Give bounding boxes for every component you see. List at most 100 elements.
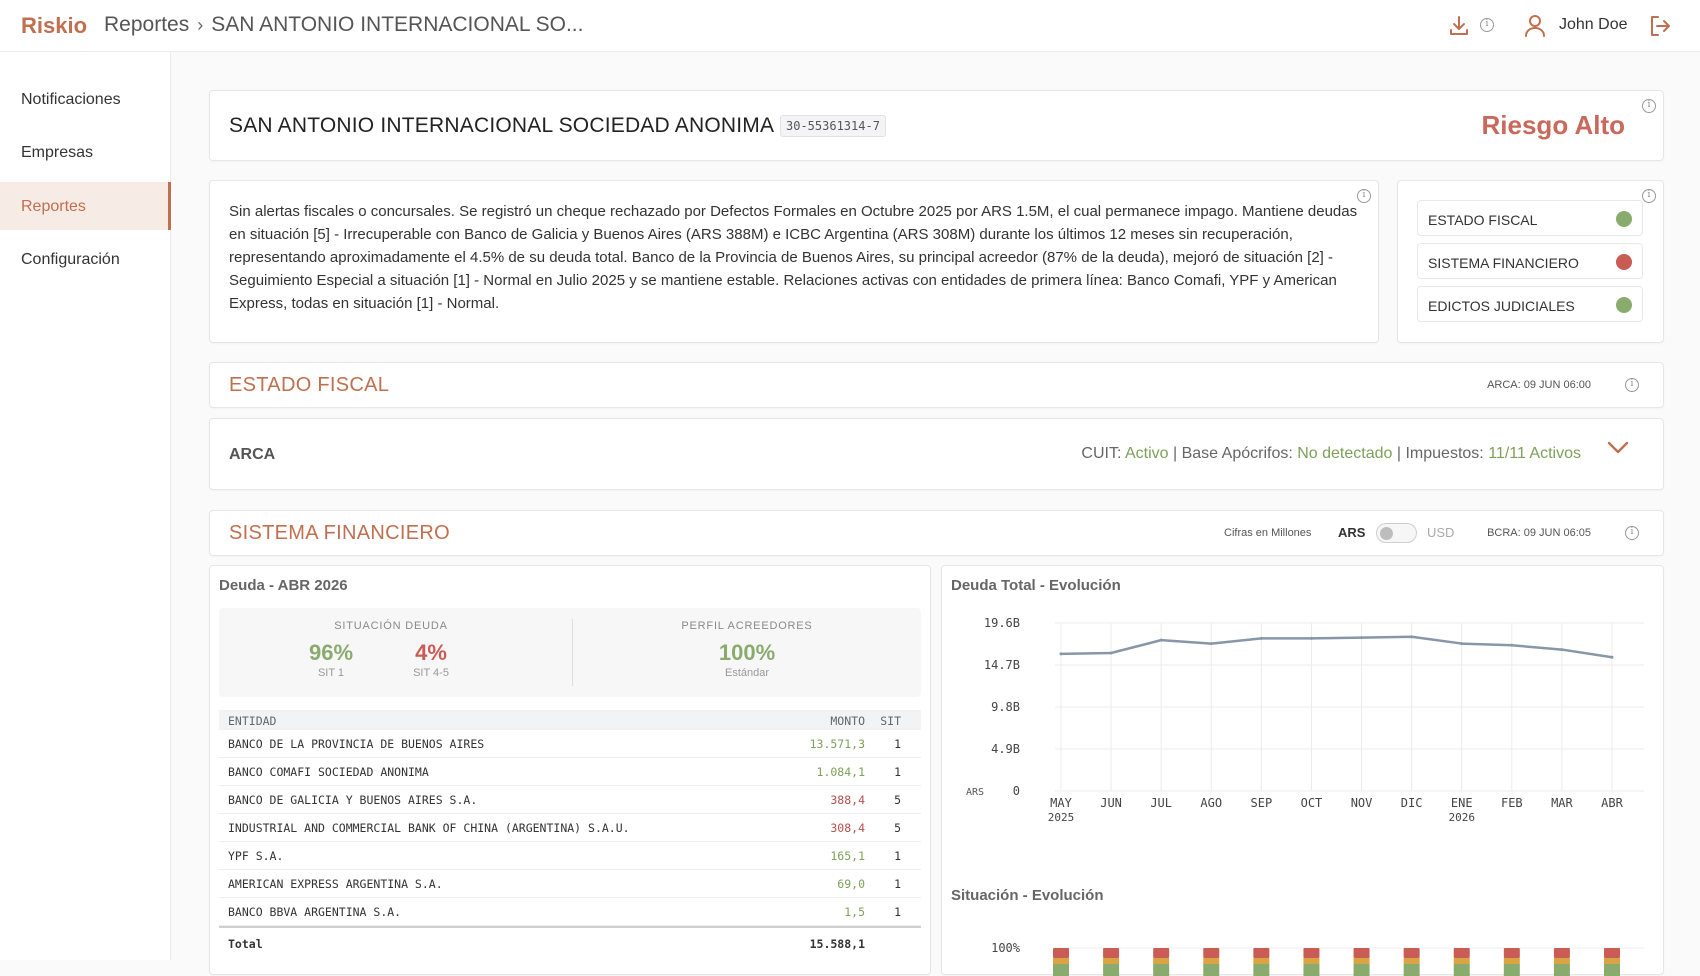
- x-tick-label: MAR: [1551, 796, 1573, 810]
- company-header-card: SAN ANTONIO INTERNACIONAL SOCIEDAD ANONI…: [209, 90, 1664, 161]
- situacion-bar-segment-red: [1604, 948, 1620, 958]
- download-icon[interactable]: [1447, 14, 1471, 38]
- sistema-financiero-info-icon[interactable]: i: [1625, 526, 1639, 540]
- sit45-value: 4%: [415, 640, 447, 665]
- table-row[interactable]: BANCO DE GALICIA Y BUENOS AIRES S.A. 388,…: [219, 786, 921, 814]
- sidebar-item-notificaciones[interactable]: Notificaciones: [0, 75, 171, 123]
- sidebar: Notificaciones Empresas Reportes Configu…: [0, 52, 171, 960]
- situacion-bar-segment-green: [1503, 964, 1520, 976]
- col-monto[interactable]: MONTO: [830, 714, 865, 728]
- company-name: SAN ANTONIO INTERNACIONAL SOCIEDAD ANONI…: [229, 114, 775, 137]
- charts-panel: Deuda Total - Evolución 0 4.9B 9.8B 14.7B 19…: [941, 565, 1664, 976]
- y-tick-label: 9.8B: [991, 700, 1020, 714]
- breadcrumb: Reportes › SAN ANTONIO INTERNACIONAL SO...: [104, 13, 583, 37]
- cuit-badge: 30-55361314-7: [780, 115, 886, 137]
- sidebar-item-empresas[interactable]: Empresas: [0, 128, 171, 176]
- currency-usd-label[interactable]: USD: [1427, 525, 1454, 540]
- table-row[interactable]: YPF S.A. 165,1 1: [219, 842, 921, 870]
- sit-cell: 5: [894, 821, 901, 835]
- situacion-bar-segment-red: [1203, 948, 1220, 958]
- situacion-bar-segment-red: [1053, 948, 1069, 958]
- estado-fiscal-section: ESTADO FISCAL ARCA: 09 JUN 06:00 i: [209, 362, 1664, 408]
- status-dot-alert: [1616, 254, 1632, 270]
- indicator-estado-fiscal[interactable]: ESTADO FISCAL: [1417, 200, 1643, 236]
- deuda-table: ENTIDAD MONTO SIT BANCO DE LA PROVINCIA …: [219, 710, 921, 956]
- table-total-row: Total 15.588,1: [219, 926, 921, 956]
- deuda-title: Deuda - ABR 2026: [219, 577, 348, 594]
- sit1-label: SIT 1: [317, 667, 345, 679]
- user-icon[interactable]: [1524, 14, 1546, 38]
- sit-cell: 1: [894, 849, 901, 863]
- breadcrumb-reportes[interactable]: Reportes: [104, 13, 189, 36]
- currency-ars-label[interactable]: ARS: [1338, 525, 1365, 540]
- x-tick-label: ENE: [1451, 796, 1473, 810]
- header-info-icon[interactable]: i: [1642, 99, 1656, 113]
- estado-fiscal-info-icon[interactable]: i: [1625, 378, 1639, 392]
- situacion-bar-segment-red: [1153, 948, 1170, 958]
- total-value: 15.588,1: [809, 937, 865, 951]
- y-tick-label: 14.7B: [984, 658, 1020, 672]
- x-tick-label: NOV: [1351, 796, 1373, 810]
- impuestos-prefix: Impuestos:: [1405, 445, 1484, 462]
- cuit-status: Activo: [1124, 445, 1169, 462]
- data-point: [1410, 635, 1414, 639]
- sit45-label: SIT 4-5: [413, 667, 449, 679]
- monto-cell: 165,1: [830, 849, 865, 863]
- top-bar: Riskio Reportes › SAN ANTONIO INTERNACIONA…: [0, 0, 1700, 52]
- situacion-bar-segment-green: [1604, 964, 1620, 976]
- situacion-bar-segment-amber: [1403, 958, 1420, 964]
- sit-cell: 1: [894, 877, 901, 891]
- arca-card[interactable]: ARCA CUIT: Activo | Base Apócrifos: No d…: [209, 418, 1664, 490]
- section-title: SISTEMA FINANCIERO: [229, 522, 450, 544]
- table-row[interactable]: BANCO BBVA ARGENTINA S.A. 1,5 1: [219, 898, 921, 926]
- cifras-note: Cifras en Millones: [1224, 527, 1312, 539]
- situacion-bar-segment-green: [1403, 964, 1420, 976]
- deuda-total-line-chart[interactable]: 0 4.9B 9.8B 14.7B 19.6B ARS MAY2025 JUN JUL AGO SE…: [942, 596, 1664, 866]
- brand-logo[interactable]: Riskio: [21, 13, 87, 39]
- situacion-bar-segment-red: [1103, 948, 1120, 958]
- situacion-bar-segment-green: [1203, 964, 1220, 976]
- table-row[interactable]: AMERICAN EXPRESS ARGENTINA S.A. 69,0 1: [219, 870, 921, 898]
- sit-cell: 1: [894, 905, 901, 919]
- table-row[interactable]: INDUSTRIAL AND COMMERCIAL BANK OF CHINA …: [219, 814, 921, 842]
- x-tick-label: SEP: [1251, 796, 1273, 810]
- currency-toggle[interactable]: [1376, 523, 1417, 543]
- data-point: [1560, 648, 1564, 652]
- logout-icon[interactable]: [1649, 15, 1673, 37]
- table-row[interactable]: BANCO COMAFI SOCIEDAD ANONIMA 1.084,1 1: [219, 758, 921, 786]
- risk-level: Riesgo Alto: [1481, 110, 1625, 140]
- x-tick-label: MAY: [1050, 796, 1072, 810]
- chevron-down-icon[interactable]: [1607, 441, 1629, 455]
- data-point: [1510, 643, 1514, 647]
- separator: |: [1396, 445, 1402, 462]
- col-entidad[interactable]: ENTIDAD: [228, 714, 276, 728]
- situacion-bar-segment-red: [1503, 948, 1520, 958]
- data-point: [1159, 638, 1163, 642]
- sidebar-item-reportes[interactable]: Reportes: [0, 182, 171, 230]
- summary-info-icon[interactable]: i: [1357, 189, 1371, 203]
- perfil-label: Estándar: [724, 667, 770, 679]
- x-tick-label: JUN: [1100, 796, 1122, 810]
- entidad-cell: INDUSTRIAL AND COMMERCIAL BANK OF CHINA …: [228, 821, 630, 835]
- situacion-bar-chart[interactable]: 100%: [942, 910, 1664, 976]
- user-name[interactable]: John Doe: [1559, 16, 1628, 34]
- sit1-value: 96%: [308, 640, 354, 665]
- indicator-sistema-financiero[interactable]: SISTEMA FINANCIERO: [1417, 243, 1643, 279]
- cuit-prefix: CUIT:: [1081, 445, 1122, 462]
- monto-cell: 1.084,1: [816, 765, 865, 779]
- indicators-info-icon[interactable]: i: [1642, 189, 1656, 203]
- entidad-cell: BANCO BBVA ARGENTINA S.A.: [228, 905, 402, 919]
- arca-updated: ARCA: 09 JUN 06:00: [1487, 379, 1591, 391]
- apocrifos-prefix: Base Apócrifos:: [1181, 445, 1293, 462]
- sidebar-item-configuracion[interactable]: Configuración: [0, 235, 171, 283]
- data-point: [1209, 642, 1213, 646]
- indicators-card: i ESTADO FISCAL SISTEMA FINANCIERO EDICT…: [1397, 180, 1664, 343]
- situacion-bar-segment-amber: [1453, 958, 1470, 964]
- data-point: [1610, 655, 1614, 659]
- col-sit[interactable]: SIT: [880, 714, 901, 728]
- situacion-bar-segment-amber: [1153, 958, 1170, 964]
- download-info-icon[interactable]: i: [1480, 18, 1494, 32]
- table-row[interactable]: BANCO DE LA PROVINCIA DE BUENOS AIRES 13.…: [219, 730, 921, 758]
- indicator-edictos-judiciales[interactable]: EDICTOS JUDICIALES: [1417, 286, 1643, 322]
- situacion-bar-segment-green: [1353, 964, 1370, 976]
